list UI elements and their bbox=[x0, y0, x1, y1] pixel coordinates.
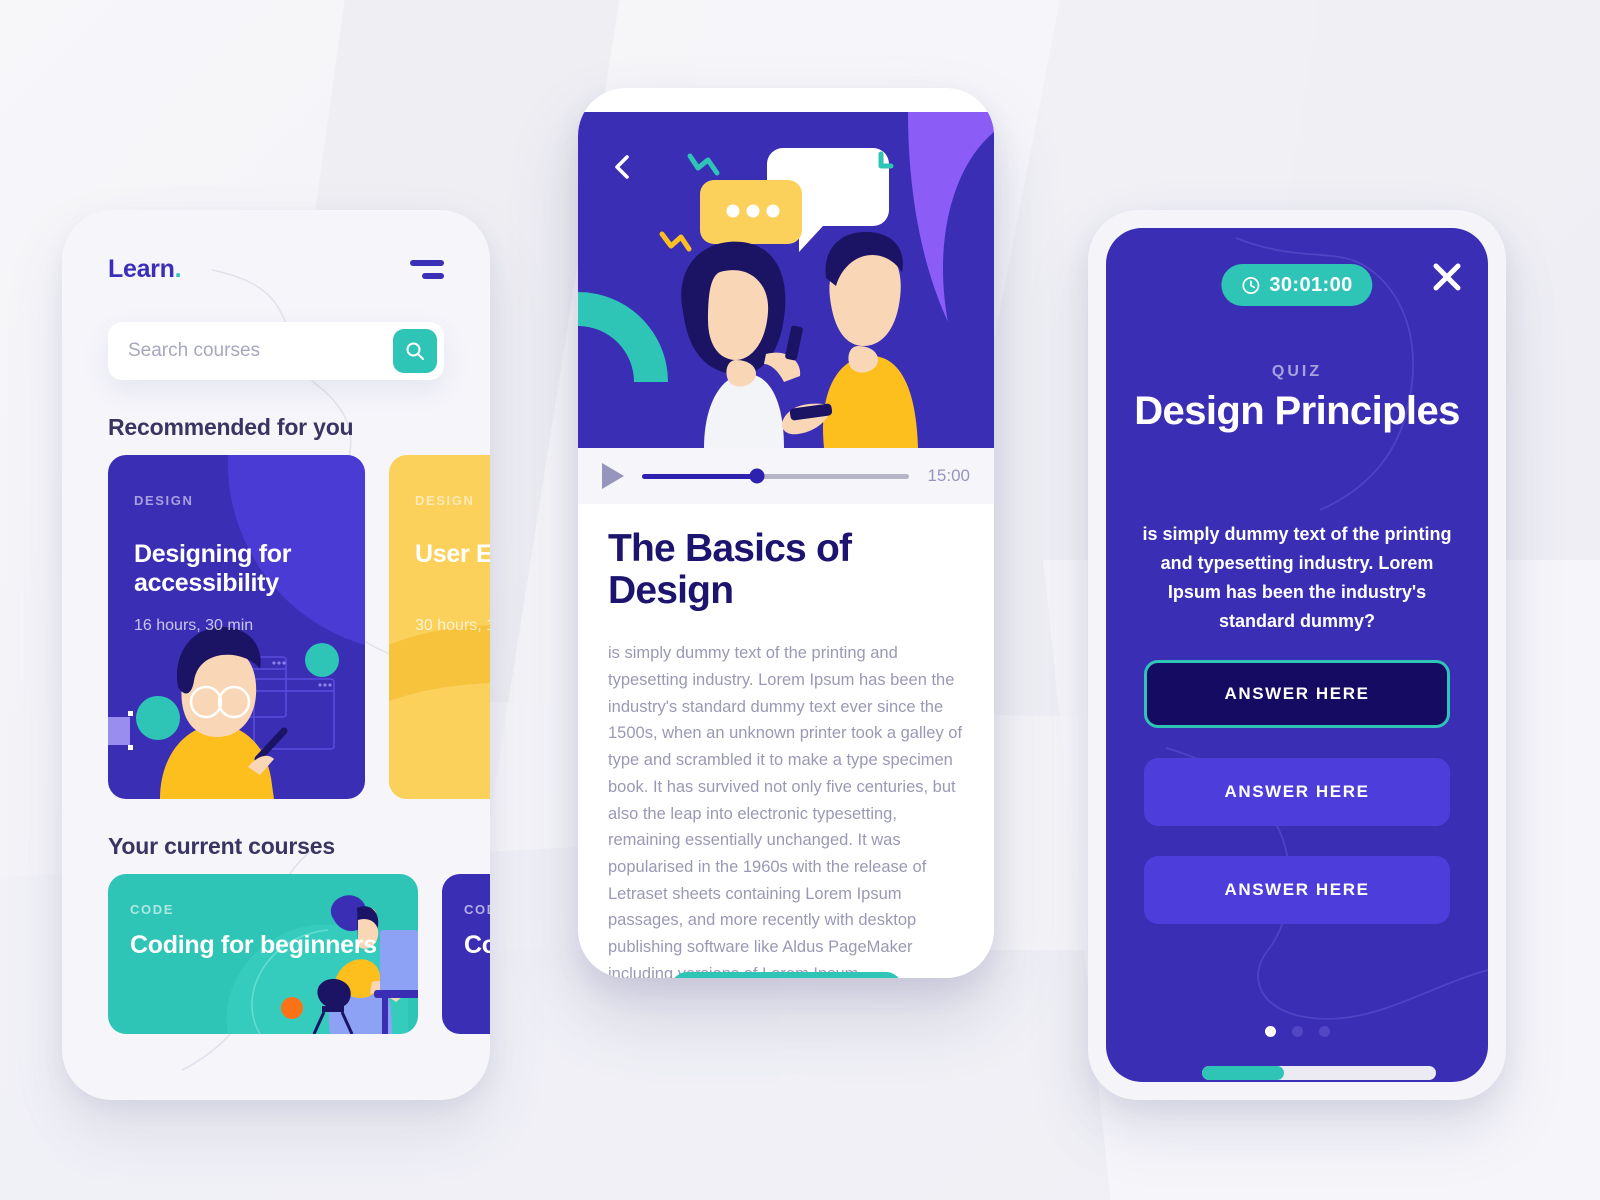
recommended-card-row: DESIGN Designing for accessibility 16 ho… bbox=[62, 455, 490, 799]
current-course-kicker: CODE bbox=[130, 902, 174, 917]
quiz-answer-list: ANSWER HERE ANSWER HERE ANSWER HERE bbox=[1144, 660, 1450, 924]
quiz-kicker: QUIZ bbox=[1271, 363, 1323, 380]
lesson-paragraph: is simply dummy text of the printing and… bbox=[608, 644, 963, 978]
lesson-video[interactable] bbox=[578, 112, 994, 448]
current-course-title: Coding for beginners bbox=[130, 931, 377, 959]
course-card-kicker: DESIGN bbox=[134, 493, 194, 508]
course-card-duration: 30 hours, 15 min bbox=[415, 617, 490, 634]
quiz-progress-fill bbox=[1202, 1066, 1284, 1080]
close-icon[interactable] bbox=[1430, 260, 1464, 294]
quiz-answer-option[interactable]: ANSWER HERE bbox=[1144, 856, 1450, 924]
clock-icon bbox=[1242, 276, 1260, 294]
course-card-title: User Experience bbox=[415, 540, 490, 568]
quiz-pagination-dots[interactable] bbox=[1106, 1026, 1488, 1037]
play-icon[interactable] bbox=[602, 463, 624, 489]
app-logo-dot: . bbox=[174, 254, 182, 283]
quiz-answer-option[interactable]: ANSWER HERE bbox=[1144, 758, 1450, 826]
quiz-answer-label: ANSWER HERE bbox=[1224, 684, 1370, 703]
lesson-content: The Basics of Design is simply dummy tex… bbox=[578, 504, 994, 978]
video-player-controls: 15:00 bbox=[578, 448, 994, 504]
pagination-dot[interactable] bbox=[1291, 1026, 1303, 1037]
pagination-dot[interactable] bbox=[1264, 1026, 1276, 1037]
quiz-timer-value: 30:01:00 bbox=[1269, 273, 1353, 296]
app-logo[interactable]: Learn. bbox=[108, 254, 182, 284]
search-input[interactable] bbox=[128, 340, 393, 362]
pagination-dot[interactable] bbox=[1318, 1026, 1330, 1037]
video-duration: 15:00 bbox=[927, 466, 970, 485]
current-courses-heading: Your current courses bbox=[108, 833, 335, 859]
lesson-title: The Basics of Design bbox=[608, 527, 852, 613]
app-logo-text: Learn bbox=[108, 254, 175, 283]
quiz-progress-bar[interactable] bbox=[1202, 1066, 1436, 1080]
current-course-card[interactable]: CODE Coding for beginners bbox=[108, 874, 418, 1034]
quiz-answer-label: ANSWER HERE bbox=[1224, 880, 1370, 899]
start-lesson-button[interactable]: START LESSON bbox=[670, 972, 902, 978]
video-progress-fill bbox=[642, 473, 757, 479]
quiz-title: Design Principles bbox=[1134, 389, 1460, 433]
quiz-answer-option[interactable]: ANSWER HERE bbox=[1144, 660, 1450, 728]
course-card-title: Designing for accessibility bbox=[134, 540, 292, 597]
current-course-title: Coding for experts bbox=[464, 931, 490, 959]
home-header: Learn. bbox=[62, 246, 490, 292]
phone-home-screen: Learn. Recommended for you bbox=[62, 210, 490, 1100]
current-course-card[interactable]: CODE Coding for experts bbox=[442, 874, 490, 1034]
course-card-kicker: DESIGN bbox=[415, 493, 475, 508]
quiz-question: is simply dummy text of the printing and… bbox=[1142, 524, 1452, 632]
search-bar[interactable] bbox=[108, 322, 444, 380]
phone-lesson-screen: 15:00 The Basics of Design is simply dum… bbox=[578, 88, 994, 978]
decorative-squiggle bbox=[1165, 237, 1488, 1020]
video-illustration bbox=[578, 112, 994, 448]
quiz-timer-badge[interactable]: 30:01:00 bbox=[1221, 264, 1373, 306]
back-button[interactable] bbox=[608, 152, 638, 182]
video-progress-knob[interactable] bbox=[749, 468, 765, 484]
current-course-kicker: CODE bbox=[464, 902, 490, 917]
search-icon[interactable] bbox=[393, 329, 437, 373]
current-courses-row: CODE Coding for beginners CODE Coding fo… bbox=[62, 874, 490, 1034]
video-progress-slider[interactable] bbox=[642, 468, 910, 484]
course-card[interactable]: DESIGN User Experience 30 hours, 15 min bbox=[389, 455, 490, 799]
phone-quiz-screen: 30:01:00 QUIZ Design Principles is simpl… bbox=[1088, 210, 1506, 1100]
course-card-duration: 16 hours, 30 min bbox=[134, 617, 254, 634]
quiz-answer-label: ANSWER HERE bbox=[1224, 782, 1370, 801]
course-card[interactable]: DESIGN Designing for accessibility 16 ho… bbox=[108, 455, 365, 799]
hamburger-icon[interactable] bbox=[408, 259, 444, 279]
recommended-heading: Recommended for you bbox=[108, 414, 354, 440]
start-lesson-area: START LESSON bbox=[578, 972, 994, 978]
quiz-content: 30:01:00 QUIZ Design Principles is simpl… bbox=[1106, 228, 1488, 1082]
